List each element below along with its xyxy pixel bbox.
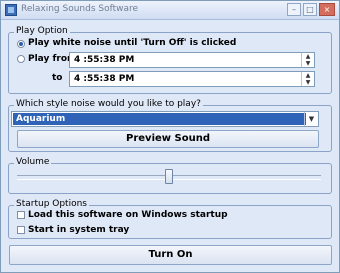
start-in-tray-label[interactable]: Start in system tray — [28, 225, 129, 235]
from-time-spinner[interactable]: ▲ ▼ — [301, 53, 314, 67]
play-from-radio[interactable] — [17, 55, 25, 63]
spin-up-icon[interactable]: ▲ — [302, 72, 314, 79]
app-window: Relaxing Sounds Software – □ × Play Opti… — [0, 0, 340, 273]
app-icon — [5, 4, 17, 16]
minimize-button[interactable]: – — [287, 3, 301, 16]
spin-down-icon[interactable]: ▼ — [302, 79, 314, 86]
play-until-off-label[interactable]: Play white noise until 'Turn Off' is cli… — [28, 38, 236, 48]
title-bar[interactable]: Relaxing Sounds Software – □ × — [1, 1, 339, 20]
chevron-down-icon[interactable]: ▼ — [304, 112, 318, 126]
load-on-startup-label[interactable]: Load this software on Windows startup — [28, 210, 228, 220]
noise-style-group-label: Which style noise would you like to play… — [14, 99, 203, 109]
noise-style-select[interactable]: Aquarium ▼ — [11, 111, 319, 127]
preview-sound-button[interactable]: Preview Sound — [17, 130, 319, 148]
spin-up-icon[interactable]: ▲ — [302, 53, 314, 60]
close-button[interactable]: × — [319, 3, 335, 16]
volume-slider-thumb[interactable] — [165, 169, 173, 184]
window-title: Relaxing Sounds Software — [21, 4, 139, 14]
maximize-button[interactable]: □ — [303, 3, 317, 16]
load-on-startup-checkbox[interactable] — [17, 211, 25, 219]
play-option-group-label: Play Option — [14, 26, 70, 36]
volume-group-label: Volume — [14, 157, 52, 167]
noise-style-selected: Aquarium — [13, 113, 306, 125]
to-label: to — [52, 73, 63, 83]
to-time-spinner[interactable]: ▲ ▼ — [301, 72, 314, 86]
play-until-off-radio[interactable] — [17, 40, 25, 48]
startup-options-group-label: Startup Options — [14, 199, 89, 209]
start-in-tray-checkbox[interactable] — [17, 226, 25, 234]
turn-on-button[interactable]: Turn On — [9, 245, 332, 265]
spin-down-icon[interactable]: ▼ — [302, 60, 314, 67]
to-time-value: 4 :55:38 PM — [74, 74, 135, 84]
to-time-field[interactable]: 4 :55:38 PM ▲ ▼ — [69, 71, 315, 87]
from-time-value: 4 :55:38 PM — [74, 55, 135, 65]
from-time-field[interactable]: 4 :55:38 PM ▲ ▼ — [69, 52, 315, 68]
